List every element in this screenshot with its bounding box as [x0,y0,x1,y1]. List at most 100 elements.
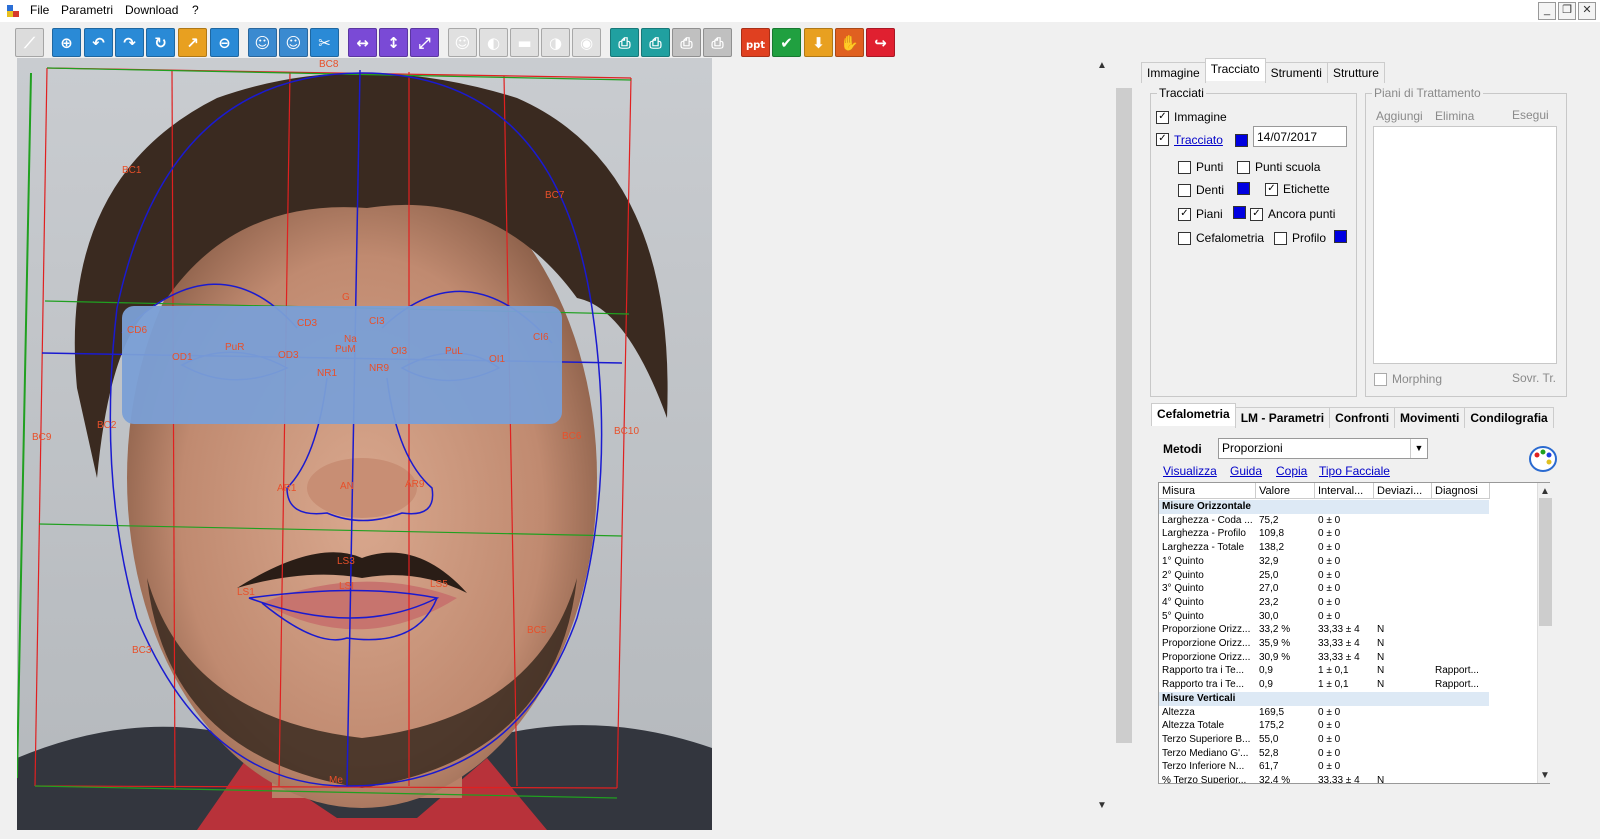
menu-download[interactable]: Download [125,3,178,17]
landmark-PuM[interactable]: PuM [335,344,356,355]
chevron-down-icon[interactable]: ▼ [1410,439,1427,458]
landmark-AR9[interactable]: AR9 [405,479,425,490]
landmark-NR9[interactable]: NR9 [369,363,389,374]
canvas-scrollbar-thumb[interactable] [1116,88,1132,743]
col-header-diagnosi[interactable]: Diagnosi [1432,483,1490,499]
col-header-intervallo[interactable]: Interval... [1315,483,1374,499]
crop-icon[interactable]: ✂ [310,28,339,57]
landmark-OD3[interactable]: OD3 [278,350,299,361]
piani-color-swatch[interactable] [1233,206,1246,219]
tab-strutture[interactable]: Strutture [1326,62,1385,83]
landmark-OD1[interactable]: OD1 [172,352,193,363]
tracciato-link[interactable]: Tracciato [1174,133,1223,147]
tab-confronti[interactable]: Confronti [1329,407,1396,428]
print-color-icon[interactable]: ⎙ [641,28,670,57]
guida-link[interactable]: Guida [1230,464,1262,478]
landmark-LS5[interactable]: LS5 [430,579,448,590]
table-row[interactable]: 4° Quinto 23,2 0 ± 0 [1159,596,1489,610]
visualizza-link[interactable]: Visualizza [1163,464,1217,478]
face-half-icon[interactable]: ◑ [541,28,570,57]
landmark-BC8[interactable]: BC8 [319,59,339,70]
table-row[interactable]: % Terzo Superior... 32,4 % 33,33 ± 4 N [1159,774,1489,783]
measurements-table[interactable]: Misura Valore Interval... Deviazi... Dia… [1158,482,1550,784]
col-header-deviazione[interactable]: Deviazi... [1374,483,1432,499]
download-icon[interactable]: ⬇ [804,28,833,57]
confirm-icon[interactable]: ✔ [772,28,801,57]
landmark-BC1[interactable]: BC1 [122,165,142,176]
ruler-icon[interactable]: ⟋ [15,28,44,57]
col-header-valore[interactable]: Valore [1256,483,1315,499]
tab-strumenti[interactable]: Strumenti [1264,62,1328,83]
profilo-checkbox[interactable] [1274,232,1287,245]
landmark-Me[interactable]: Me [329,775,343,786]
etichette-checkbox[interactable]: ✓ [1265,183,1278,196]
table-scroll-up-arrow[interactable]: ▲ [1540,486,1550,497]
landmark-BC2[interactable]: BC2 [97,420,117,431]
table-section-header[interactable]: Misure Orizzontale [1159,500,1489,514]
table-row[interactable]: Altezza Totale 175,2 0 ± 0 [1159,719,1489,733]
hand-icon[interactable]: ✋ [835,28,864,57]
table-row[interactable]: 5° Quinto 30,0 0 ± 0 [1159,610,1489,624]
ancora-punti-checkbox[interactable]: ✓ [1250,208,1263,221]
palette-icon[interactable] [1528,444,1558,474]
redo-icon[interactable]: ↷ [115,28,144,57]
undo-icon[interactable]: ↶ [84,28,113,57]
table-row[interactable]: Larghezza - Coda ... 75,2 0 ± 0 [1159,514,1489,528]
punti-checkbox[interactable] [1178,161,1191,174]
tracciato-checkbox[interactable]: ✓ [1156,133,1169,146]
landmark-AR1[interactable]: AR1 [277,483,297,494]
zoom-out-icon[interactable]: ⊖ [210,28,239,57]
print-multi-icon[interactable]: ⎙ [703,28,732,57]
denti-checkbox[interactable] [1178,184,1191,197]
move-point-icon[interactable]: ↗ [178,28,207,57]
landmark-OI1[interactable]: OI1 [489,354,506,365]
aggiungi-button[interactable]: Aggiungi [1376,109,1423,123]
landmark-CD3[interactable]: CD3 [297,318,317,329]
copia-link[interactable]: Copia [1276,464,1307,478]
landmark-CI6[interactable]: CI6 [533,332,549,343]
menu-file[interactable]: File [30,3,49,17]
landmark-BC6[interactable]: BC6 [562,431,582,442]
table-row[interactable]: Proporzione Orizz... 33,2 % 33,33 ± 4 N [1159,623,1489,637]
landmark-PuR[interactable]: PuR [225,342,244,353]
table-row[interactable]: Rapporto tra i Te... 0,9 1 ± 0,1 N Rapport..… [1159,678,1489,692]
minimize-button[interactable]: _ [1538,2,1556,20]
table-row[interactable]: Terzo Inferiore N... 61,7 0 ± 0 [1159,760,1489,774]
elimina-button[interactable]: Elimina [1435,109,1474,123]
piani-trattamento-list[interactable] [1373,126,1557,364]
table-row[interactable]: 3° Quinto 27,0 0 ± 0 [1159,582,1489,596]
menu-help[interactable]: ? [192,3,199,17]
table-row[interactable]: Altezza 169,5 0 ± 0 [1159,706,1489,720]
landmark-LS1[interactable]: LS1 [237,587,255,598]
portrait-icon[interactable]: ☺ [448,28,477,57]
immagine-checkbox[interactable]: ✓ [1156,111,1169,124]
tab-lm-parametri[interactable]: LM - Parametri [1234,407,1331,428]
landmark-LSI[interactable]: LSI [339,581,354,592]
landmark-G[interactable]: G [342,292,350,303]
landmark-LS3[interactable]: LS3 [337,556,355,567]
scroll-down-arrow[interactable]: ▼ [1097,800,1107,811]
lips-icon[interactable]: ▬ [510,28,539,57]
print-gray-icon[interactable]: ⎙ [672,28,701,57]
landmark-PuL[interactable]: PuL [445,346,463,357]
metodi-select[interactable]: Proporzioni ▼ [1218,438,1428,459]
landmark-BC7[interactable]: BC7 [545,190,565,201]
landmark-NR1[interactable]: NR1 [317,368,337,379]
table-scroll-down-arrow[interactable]: ▼ [1540,770,1550,781]
morphing-checkbox[interactable] [1374,373,1387,386]
table-section-header[interactable]: Misure Verticali [1159,691,1489,706]
tab-condilografia[interactable]: Condilografia [1464,407,1554,428]
table-row[interactable]: Terzo Mediano G'... 52,8 0 ± 0 [1159,747,1489,761]
tracciato-date-field[interactable] [1253,126,1347,147]
patient-search-icon[interactable]: ☺ [279,28,308,57]
landmark-AN[interactable]: AN [340,481,354,492]
flip-horizontal-icon[interactable]: ↔ [348,28,377,57]
resize-icon[interactable]: ⤢ [410,28,439,57]
table-row[interactable]: 1° Quinto 32,9 0 ± 0 [1159,555,1489,569]
eye-icon[interactable]: ◉ [572,28,601,57]
table-row[interactable]: 2° Quinto 25,0 0 ± 0 [1159,569,1489,583]
landmark-CD6[interactable]: CD6 [127,325,147,336]
table-row[interactable]: Proporzione Orizz... 35,9 % 33,33 ± 4 N [1159,637,1489,651]
face-photo-canvas[interactable]: BC8 BC1 BC7 G CD6 CD3 CI3 CI6 Na PuR PuM… [17,58,712,830]
rotate-icon[interactable]: ↻ [146,28,175,57]
